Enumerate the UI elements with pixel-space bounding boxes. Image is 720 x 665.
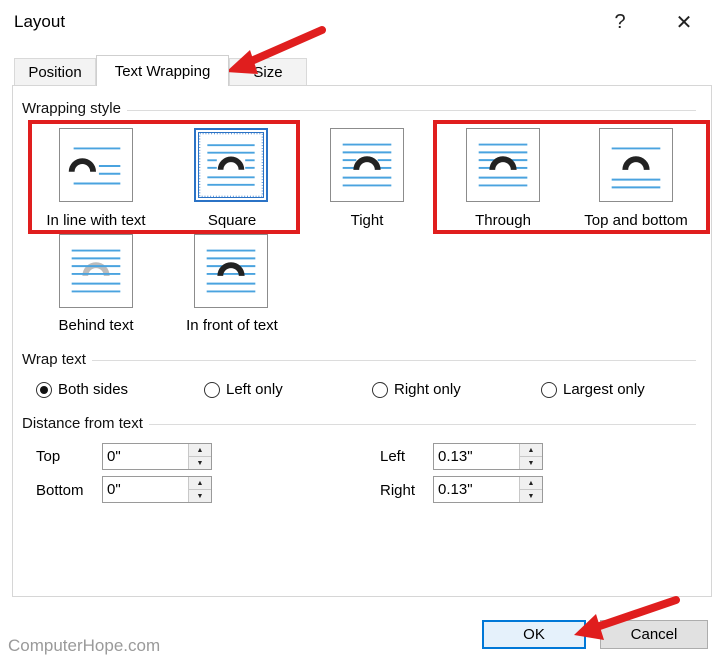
spin-down-icon[interactable]: ▼: [520, 456, 542, 469]
radio-label: Both sides: [58, 381, 129, 398]
wrap-text-heading: Wrap text: [22, 351, 92, 368]
cancel-button[interactable]: Cancel: [600, 620, 708, 649]
radio-right-only[interactable]: Right only: [372, 381, 461, 398]
behind-text-option[interactable]: [59, 234, 133, 308]
tab-size[interactable]: Size: [229, 58, 307, 85]
spin-down-icon[interactable]: ▼: [189, 489, 211, 502]
highlight-box-left: [28, 120, 300, 234]
radio-left-only[interactable]: Left only: [204, 381, 283, 398]
spin-up-icon[interactable]: ▲: [189, 444, 211, 456]
in-front-text-icon: [206, 249, 256, 293]
wrapping-style-heading: Wrapping style: [22, 100, 127, 117]
tab-position[interactable]: Position: [14, 58, 96, 85]
watermark: ComputerHope.com: [4, 634, 165, 658]
window-title: Layout: [14, 12, 66, 31]
right-distance-label: Right: [380, 482, 416, 499]
help-button[interactable]: ?: [604, 6, 636, 38]
tab-text-wrapping[interactable]: Text Wrapping: [96, 55, 229, 86]
top-distance-label: Top: [36, 448, 61, 465]
ok-button[interactable]: OK: [482, 620, 586, 649]
right-distance-value[interactable]: 0.13": [434, 477, 519, 502]
radio-label: Largest only: [563, 381, 645, 398]
highlight-box-right: [433, 120, 710, 234]
left-distance-spinner[interactable]: 0.13" ▲ ▼: [433, 443, 543, 470]
behind-text-icon: [71, 249, 121, 293]
spin-up-icon[interactable]: ▲: [189, 477, 211, 489]
radio-label: Right only: [394, 381, 461, 398]
top-distance-spinner[interactable]: 0" ▲ ▼: [102, 443, 212, 470]
left-distance-label: Left: [380, 448, 406, 465]
radio-dot[interactable]: [372, 381, 388, 398]
wrap-text-divider: [24, 360, 696, 361]
top-distance-value[interactable]: 0": [103, 444, 188, 469]
tight-wrap-option[interactable]: [330, 128, 404, 202]
spin-down-icon[interactable]: ▼: [520, 489, 542, 502]
in-front-text-label: In front of text: [186, 317, 278, 334]
right-distance-spinner[interactable]: 0.13" ▲ ▼: [433, 476, 543, 503]
radio-dot[interactable]: [204, 381, 220, 398]
tight-wrap-icon: [342, 143, 392, 187]
radio-label: Left only: [226, 381, 283, 398]
radio-both-sides[interactable]: Both sides: [36, 381, 128, 398]
bottom-distance-label: Bottom: [36, 482, 84, 499]
radio-dot[interactable]: [541, 381, 557, 398]
radio-dot[interactable]: [36, 381, 52, 398]
bottom-distance-value[interactable]: 0": [103, 477, 188, 502]
tight-wrap-label: Tight: [350, 212, 384, 229]
radio-largest-only[interactable]: Largest only: [541, 381, 645, 398]
spin-down-icon[interactable]: ▼: [189, 456, 211, 469]
spin-up-icon[interactable]: ▲: [520, 444, 542, 456]
spin-up-icon[interactable]: ▲: [520, 477, 542, 489]
behind-text-label: Behind text: [58, 317, 134, 334]
distance-heading: Distance from text: [22, 415, 149, 432]
close-button[interactable]: ✕: [668, 6, 700, 38]
bottom-distance-spinner[interactable]: 0" ▲ ▼: [102, 476, 212, 503]
left-distance-value[interactable]: 0.13": [434, 444, 519, 469]
in-front-text-option[interactable]: [194, 234, 268, 308]
